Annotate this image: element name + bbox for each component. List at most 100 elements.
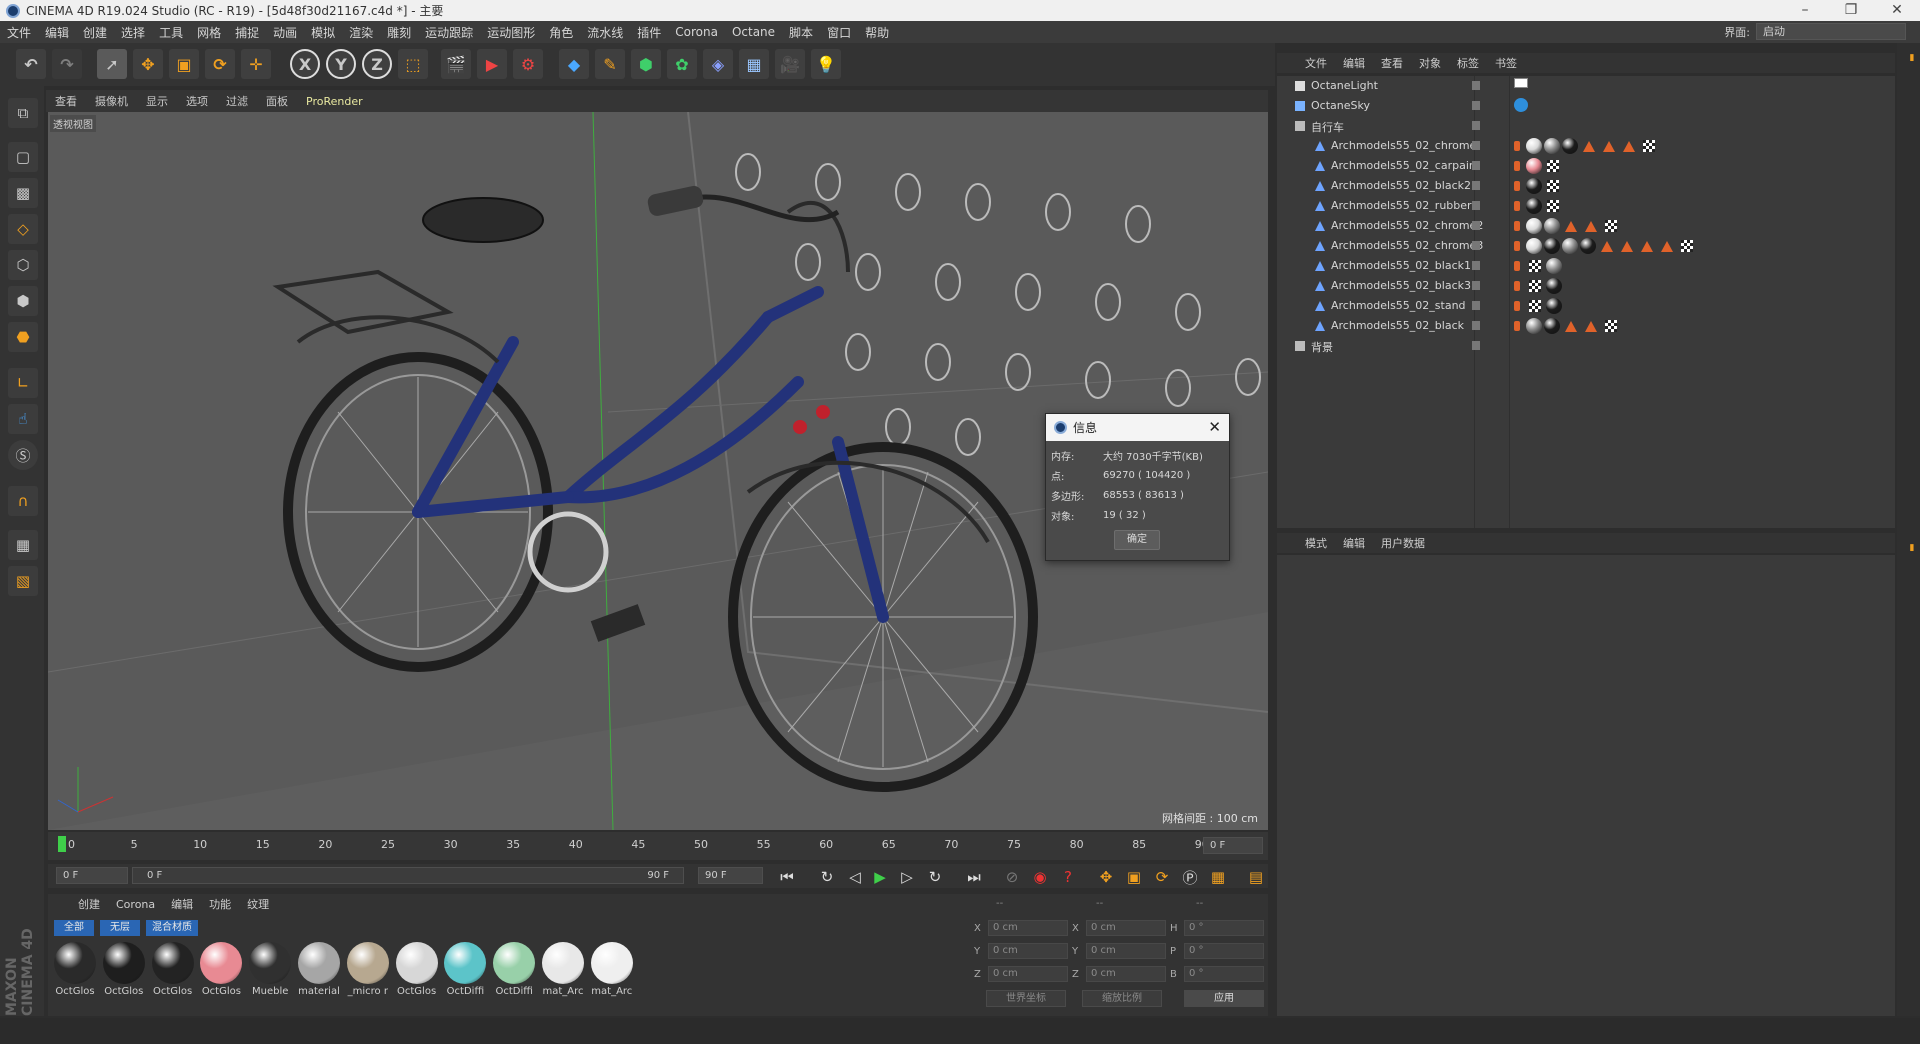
edges-mode-icon[interactable]: ⬢ bbox=[8, 286, 38, 316]
texture-tag-icon[interactable] bbox=[1603, 140, 1615, 152]
playhead-marker[interactable] bbox=[58, 836, 66, 852]
rotate-icon[interactable]: ⟳ bbox=[205, 49, 235, 79]
object-menu-item[interactable]: 编辑 bbox=[1335, 55, 1373, 71]
object-menu-item[interactable]: 标签 bbox=[1449, 55, 1487, 71]
viewport-menu-item[interactable]: 面板 bbox=[257, 93, 297, 109]
object-row[interactable]: Archmodels55_02_rubber bbox=[1277, 196, 1895, 216]
material-menu-item[interactable]: 纹理 bbox=[239, 896, 277, 912]
menu-item[interactable]: 模拟 bbox=[304, 24, 342, 41]
menu-item[interactable]: 选择 bbox=[114, 24, 152, 41]
menu-item[interactable]: 编辑 bbox=[38, 24, 76, 41]
viewport-menu-item[interactable]: ProRender bbox=[297, 95, 372, 108]
material-swatch[interactable]: Mueble bbox=[247, 942, 293, 997]
close-icon[interactable]: ✕ bbox=[1208, 418, 1221, 436]
object-name[interactable]: Archmodels55_02_chrome3 bbox=[1331, 239, 1483, 252]
object-name[interactable]: Archmodels55_02_black bbox=[1331, 319, 1464, 332]
object-name[interactable]: Archmodels55_02_stand bbox=[1331, 299, 1466, 312]
viewport-menu-item[interactable]: 摄像机 bbox=[86, 93, 137, 109]
object-name[interactable]: Archmodels55_02_carpaint bbox=[1331, 159, 1480, 172]
menu-item[interactable]: Octane bbox=[725, 25, 782, 39]
coord-field[interactable]: 0 cm bbox=[1086, 920, 1166, 936]
phong-tag-icon[interactable] bbox=[1514, 261, 1520, 271]
menu-item[interactable]: 渲染 bbox=[342, 24, 380, 41]
material-swatch[interactable]: material bbox=[296, 942, 342, 997]
object-row[interactable]: OctaneLight bbox=[1277, 76, 1895, 96]
sky-tag-icon[interactable] bbox=[1514, 98, 1528, 112]
visibility-toggle[interactable] bbox=[1472, 281, 1480, 290]
floor-icon[interactable]: ▦ bbox=[739, 49, 769, 79]
coord-system-icon[interactable]: ⬚ bbox=[398, 49, 428, 79]
render-picture-viewer-icon[interactable]: ▶ bbox=[477, 49, 507, 79]
menu-item[interactable]: 动画 bbox=[266, 24, 304, 41]
phong-tag-icon[interactable] bbox=[1514, 201, 1520, 211]
material-swatch[interactable]: OctGlos bbox=[52, 942, 98, 997]
auto-key-icon[interactable]: ? bbox=[1056, 866, 1080, 888]
texture-tag-icon[interactable] bbox=[1585, 320, 1597, 332]
camera-icon[interactable]: 🎥 bbox=[775, 49, 805, 79]
render-settings-icon[interactable]: ⚙ bbox=[513, 49, 543, 79]
apply-button[interactable]: 应用 bbox=[1184, 990, 1264, 1007]
material-swatch[interactable]: mat_Arc bbox=[540, 942, 586, 997]
texture-tag-icon[interactable] bbox=[1565, 220, 1577, 232]
texture-tag-icon[interactable] bbox=[1565, 320, 1577, 332]
material-swatch[interactable]: OctGlos bbox=[150, 942, 196, 997]
tab-attributes[interactable]: ▮ bbox=[1900, 543, 1917, 553]
attribute-menu-item[interactable]: 模式 bbox=[1297, 535, 1335, 551]
menu-item[interactable]: 工具 bbox=[152, 24, 190, 41]
menu-item[interactable]: 文件 bbox=[0, 24, 38, 41]
visibility-toggle[interactable] bbox=[1472, 181, 1480, 190]
scale-icon[interactable]: ▣ bbox=[169, 49, 199, 79]
object-menu-item[interactable]: 文件 bbox=[1297, 55, 1335, 71]
uvw-tag-icon[interactable] bbox=[1643, 140, 1655, 152]
menu-item[interactable]: Corona bbox=[668, 25, 725, 39]
object-name[interactable]: Archmodels55_02_black1 bbox=[1331, 259, 1471, 272]
subdivision-icon[interactable]: ⬢ bbox=[631, 49, 661, 79]
magnet-icon[interactable]: ∩ bbox=[8, 486, 38, 516]
uvw-tag-icon[interactable] bbox=[1529, 260, 1541, 272]
next-frame-icon[interactable]: ↻ bbox=[923, 866, 947, 888]
object-name[interactable]: OctaneSky bbox=[1311, 99, 1370, 112]
filter-all[interactable]: 全部 bbox=[54, 920, 94, 936]
texture-tag-icon[interactable] bbox=[1641, 240, 1653, 252]
light-icon[interactable]: 💡 bbox=[811, 49, 841, 79]
next-key-icon[interactable]: ▷ bbox=[895, 866, 919, 888]
object-menu-item[interactable]: 查看 bbox=[1373, 55, 1411, 71]
visibility-toggle[interactable] bbox=[1472, 121, 1480, 130]
material-tag-icon[interactable] bbox=[1526, 138, 1542, 154]
object-name[interactable]: 自行车 bbox=[1311, 119, 1344, 135]
object-name[interactable]: Archmodels55_02_chrome bbox=[1331, 139, 1476, 152]
pen-icon[interactable]: ✎ bbox=[595, 49, 625, 79]
material-tag-icon[interactable] bbox=[1544, 318, 1560, 334]
render-view-icon[interactable]: 🎬 bbox=[441, 49, 471, 79]
material-menu-item[interactable]: 编辑 bbox=[163, 896, 201, 912]
attribute-menu-item[interactable]: 用户数据 bbox=[1373, 535, 1433, 551]
visibility-toggle[interactable] bbox=[1472, 81, 1480, 90]
light-tag-icon[interactable] bbox=[1514, 78, 1528, 88]
attribute-menu-item[interactable]: 编辑 bbox=[1335, 535, 1373, 551]
material-tag-icon[interactable] bbox=[1544, 238, 1560, 254]
visibility-toggle[interactable] bbox=[1472, 241, 1480, 250]
select-icon[interactable]: ➚ bbox=[97, 49, 127, 79]
object-menu-item[interactable]: 对象 bbox=[1411, 55, 1449, 71]
material-menu-item[interactable]: Corona bbox=[108, 898, 163, 911]
material-tag-icon[interactable] bbox=[1544, 218, 1560, 234]
menu-item[interactable]: 捕捉 bbox=[228, 24, 266, 41]
coord-field[interactable]: 0 cm bbox=[988, 943, 1068, 959]
material-tag-icon[interactable] bbox=[1546, 258, 1562, 274]
move-icon[interactable]: ✥ bbox=[133, 49, 163, 79]
texture-tag-icon[interactable] bbox=[1661, 240, 1673, 252]
visibility-toggle[interactable] bbox=[1472, 261, 1480, 270]
scale-mode-dropdown[interactable]: 缩放比例 bbox=[1082, 990, 1162, 1007]
object-name[interactable]: Archmodels55_02_black3 bbox=[1331, 279, 1471, 292]
coord-field[interactable]: 0 ° bbox=[1184, 966, 1264, 982]
phong-tag-icon[interactable] bbox=[1514, 161, 1520, 171]
maximize-button[interactable]: ❐ bbox=[1828, 0, 1874, 21]
texture-tag-icon[interactable] bbox=[1601, 240, 1613, 252]
deformer-icon[interactable]: ◈ bbox=[703, 49, 733, 79]
object-row[interactable]: Archmodels55_02_stand bbox=[1277, 296, 1895, 316]
material-menu-item[interactable]: 创建 bbox=[70, 896, 108, 912]
material-swatch[interactable]: OctGlos bbox=[394, 942, 440, 997]
object-row[interactable]: Archmodels55_02_black bbox=[1277, 316, 1895, 336]
menu-item[interactable]: 雕刻 bbox=[380, 24, 418, 41]
menu-item[interactable]: 运动跟踪 bbox=[418, 24, 480, 41]
